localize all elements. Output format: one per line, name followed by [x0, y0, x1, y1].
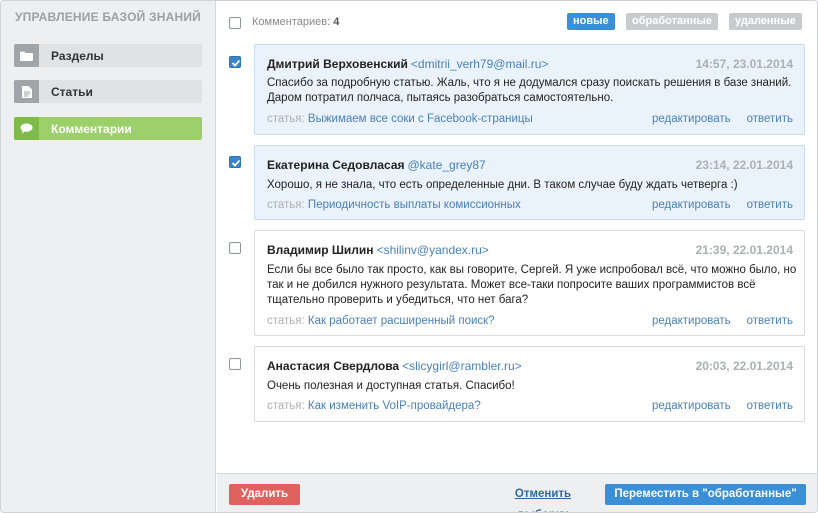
- sidebar-item-comments[interactable]: Комментарии: [14, 117, 202, 140]
- sidebar-title: УПРАВЛЕНИЕ БАЗОЙ ЗНАНИЙ: [15, 10, 201, 24]
- bottom-action-bar: Удалить Отменить выборку Переместить в "…: [217, 473, 817, 512]
- comments-count-value: 4: [333, 16, 340, 28]
- author-name: Владимир Шилин: [267, 243, 374, 257]
- comment-text: Хорошо, я не знала, что есть определенны…: [267, 179, 738, 191]
- sidebar: УПРАВЛЕНИЕ БАЗОЙ ЗНАНИЙ Разделы Статьи К…: [1, 1, 216, 512]
- comment-date: 20:03, 22.01.2014: [695, 359, 793, 373]
- filter-processed-tab[interactable]: обработанные: [626, 13, 718, 30]
- comment-text: Спасибо за подробную статью. Жаль, что я…: [267, 77, 792, 104]
- document-icon: [14, 80, 39, 103]
- author-handle-link[interactable]: @kate_grey87: [408, 158, 486, 172]
- comment-text: Очень полезная и доступная статья. Спаси…: [267, 380, 515, 392]
- main-panel: Комментариев: 4 новые обработанные удале…: [217, 1, 817, 512]
- select-all-checkbox[interactable]: [229, 17, 241, 29]
- delete-button[interactable]: Удалить: [229, 484, 300, 505]
- edit-link[interactable]: редактировать: [652, 113, 731, 125]
- author-name: Дмитрий Верховенский: [267, 57, 408, 71]
- reset-selection-link[interactable]: Отменить выборку: [494, 484, 592, 512]
- comment-author: Дмитрий Верховенский <dmitrii_verh79@mail…: [267, 57, 548, 71]
- move-to-processed-button[interactable]: Переместить в "обработанные": [605, 484, 806, 505]
- comment-author: Анастасия Свердлова <slicygirl@rambler.ru…: [267, 359, 522, 373]
- comment-card: Анастасия Свердлова <slicygirl@rambler.ru…: [254, 346, 805, 422]
- author-name: Екатерина Седовласая: [267, 158, 405, 172]
- comment-date: 23:14, 22.01.2014: [695, 158, 793, 172]
- article-link[interactable]: Как работает расширенный поиск?: [308, 315, 495, 327]
- comment-author: Владимир Шилин <shilinv@yandex.ru>: [267, 243, 489, 257]
- article-prefix: статья:: [267, 315, 305, 327]
- article-link[interactable]: Выжимаем все соки с Facebook-страницы: [308, 113, 533, 125]
- filter-deleted-tab[interactable]: удаленные: [729, 13, 802, 30]
- comment-checkbox[interactable]: [229, 242, 241, 254]
- comment-date: 14:57, 23.01.2014: [695, 57, 793, 71]
- comment-checkbox[interactable]: [229, 56, 241, 68]
- edit-link[interactable]: редактировать: [652, 400, 731, 412]
- edit-link[interactable]: редактировать: [652, 199, 731, 211]
- reply-link[interactable]: ответить: [747, 199, 793, 211]
- comment-checkbox[interactable]: [229, 358, 241, 370]
- reply-link[interactable]: ответить: [747, 400, 793, 412]
- comment-article: статья: Выжимаем все соки с Facebook-стр…: [267, 113, 533, 125]
- reply-link[interactable]: ответить: [747, 113, 793, 125]
- sidebar-item-label: Разделы: [51, 49, 104, 63]
- article-prefix: статья:: [267, 400, 305, 412]
- speech-bubble-icon: [14, 117, 39, 140]
- article-prefix: статья:: [267, 113, 305, 125]
- comment-article: статья: Периодичность выплаты комиссионн…: [267, 199, 521, 211]
- sidebar-item-sections[interactable]: Разделы: [14, 44, 202, 67]
- comment-author: Екатерина Седовласая @kate_grey87: [267, 158, 486, 172]
- article-link[interactable]: Периодичность выплаты комиссионных: [308, 199, 521, 211]
- filter-new-tab[interactable]: новые: [567, 13, 615, 30]
- author-email-link[interactable]: <slicygirl@rambler.ru>: [402, 359, 522, 373]
- sidebar-item-label: Статьи: [51, 85, 93, 99]
- article-prefix: статья:: [267, 199, 305, 211]
- author-name: Анастасия Свердлова: [267, 359, 400, 373]
- edit-link[interactable]: редактировать: [652, 315, 731, 327]
- comment-checkbox[interactable]: [229, 156, 241, 168]
- article-link[interactable]: Как изменить VoIP-провайдера?: [308, 400, 481, 412]
- comment-article: статья: Как изменить VoIP-провайдера?: [267, 400, 481, 412]
- folder-icon: [14, 44, 39, 67]
- comment-card: Дмитрий Верховенский <dmitrii_verh79@mail…: [254, 44, 805, 135]
- author-email-link[interactable]: <dmitrii_verh79@mail.ru>: [411, 57, 549, 71]
- reply-link[interactable]: ответить: [747, 315, 793, 327]
- comment-actions: редактировать ответить: [636, 199, 793, 211]
- comment-article: статья: Как работает расширенный поиск?: [267, 315, 495, 327]
- app-window: УПРАВЛЕНИЕ БАЗОЙ ЗНАНИЙ Разделы Статьи К…: [0, 0, 818, 513]
- comments-count-label: Комментариев:: [252, 16, 331, 28]
- comment-date: 21:39, 22.01.2014: [695, 243, 793, 257]
- comment-card: Екатерина Седовласая @kate_grey87 23:14, …: [254, 145, 805, 220]
- comments-count: Комментариев: 4: [252, 16, 339, 28]
- checkmark-icon: [231, 159, 241, 167]
- sidebar-item-articles[interactable]: Статьи: [14, 80, 202, 103]
- comment-text: Если бы все было так просто, как вы гово…: [267, 264, 797, 306]
- author-email-link[interactable]: <shilinv@yandex.ru>: [377, 243, 489, 257]
- comment-card: Владимир Шилин <shilinv@yandex.ru> 21:39,…: [254, 230, 805, 336]
- sidebar-item-label: Комментарии: [51, 122, 132, 136]
- comment-actions: редактировать ответить: [636, 400, 793, 412]
- comment-actions: редактировать ответить: [636, 315, 793, 327]
- checkmark-icon: [231, 59, 241, 67]
- comment-actions: редактировать ответить: [636, 113, 793, 125]
